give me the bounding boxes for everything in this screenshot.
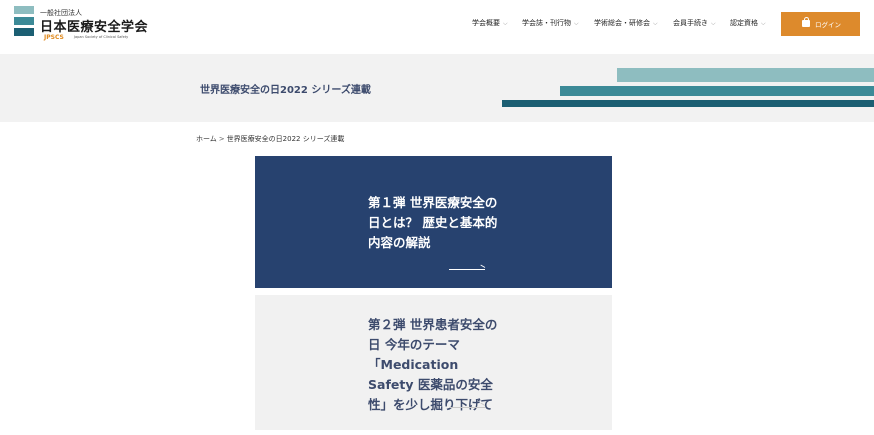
logo-bar — [14, 6, 34, 14]
article-card-title: 第１弾 世界医療安全の日とは？ 歴史と基本的内容の解説 — [368, 195, 498, 250]
banner-decoration-bar — [502, 100, 874, 107]
page-title: 世界医療安全の日2022 シリーズ連載 — [200, 85, 371, 96]
login-label: ログイン — [815, 21, 841, 29]
arrow-right-icon — [449, 269, 485, 270]
article-card-1[interactable]: 第１弾 世界医療安全の日とは？ 歴史と基本的内容の解説 — [255, 156, 612, 288]
logo-abbr: JPSCS — [44, 34, 64, 41]
nav-item-conferences[interactable]: 学術総会・研修会 ⌵ — [594, 18, 658, 28]
logo-mark — [14, 6, 34, 39]
nav-label: 学会誌・刊行物 — [522, 19, 571, 27]
chevron-down-icon: ⌵ — [761, 20, 766, 27]
breadcrumb-current: 世界医療安全の日2022 シリーズ連載 — [226, 135, 345, 143]
logo-english: Japan Society of Clinical Safety — [74, 35, 129, 39]
chevron-down-icon: ⌵ — [653, 20, 658, 27]
article-card-title: 第２弾 世界患者安全の日 今年のテーマ「Medication Safety 医薬… — [368, 317, 498, 412]
chevron-down-icon: ⌵ — [574, 20, 579, 27]
breadcrumb-home-link[interactable]: ホーム — [196, 135, 217, 143]
logo-bar — [14, 28, 34, 36]
logo-bar — [14, 17, 34, 25]
site-header: 一般社団法人 日本医療安全学会 JPSCS Japan Society of C… — [0, 0, 874, 54]
article-card-2[interactable]: 第２弾 世界患者安全の日 今年のテーマ「Medication Safety 医薬… — [255, 295, 612, 430]
nav-item-membership[interactable]: 会員手続き ⌵ — [673, 18, 716, 28]
page-banner: 世界医療安全の日2022 シリーズ連載 — [0, 54, 874, 122]
nav-label: 会員手続き — [673, 19, 708, 27]
nav-label: 学術総会・研修会 — [594, 19, 650, 27]
banner-decoration-bar — [560, 86, 874, 96]
arrow-right-icon — [449, 407, 485, 408]
breadcrumb-separator: > — [218, 135, 225, 143]
nav-label: 学会概要 — [472, 19, 500, 27]
nav-item-about[interactable]: 学会概要 ⌵ — [472, 18, 508, 28]
nav-label: 認定資格 — [730, 19, 758, 27]
login-button[interactable]: ログイン — [781, 12, 860, 36]
chevron-down-icon: ⌵ — [503, 20, 508, 27]
banner-decoration-bar — [617, 68, 874, 82]
nav-item-certification[interactable]: 認定資格 ⌵ — [730, 18, 766, 28]
nav-item-publications[interactable]: 学会誌・刊行物 ⌵ — [522, 18, 579, 28]
logo-name: 日本医療安全学会 — [40, 20, 149, 35]
lock-icon — [802, 16, 810, 27]
site-logo[interactable]: 一般社団法人 日本医療安全学会 JPSCS Japan Society of C… — [14, 6, 148, 42]
chevron-down-icon: ⌵ — [711, 20, 716, 27]
breadcrumb: ホーム > 世界医療安全の日2022 シリーズ連載 — [196, 134, 344, 144]
